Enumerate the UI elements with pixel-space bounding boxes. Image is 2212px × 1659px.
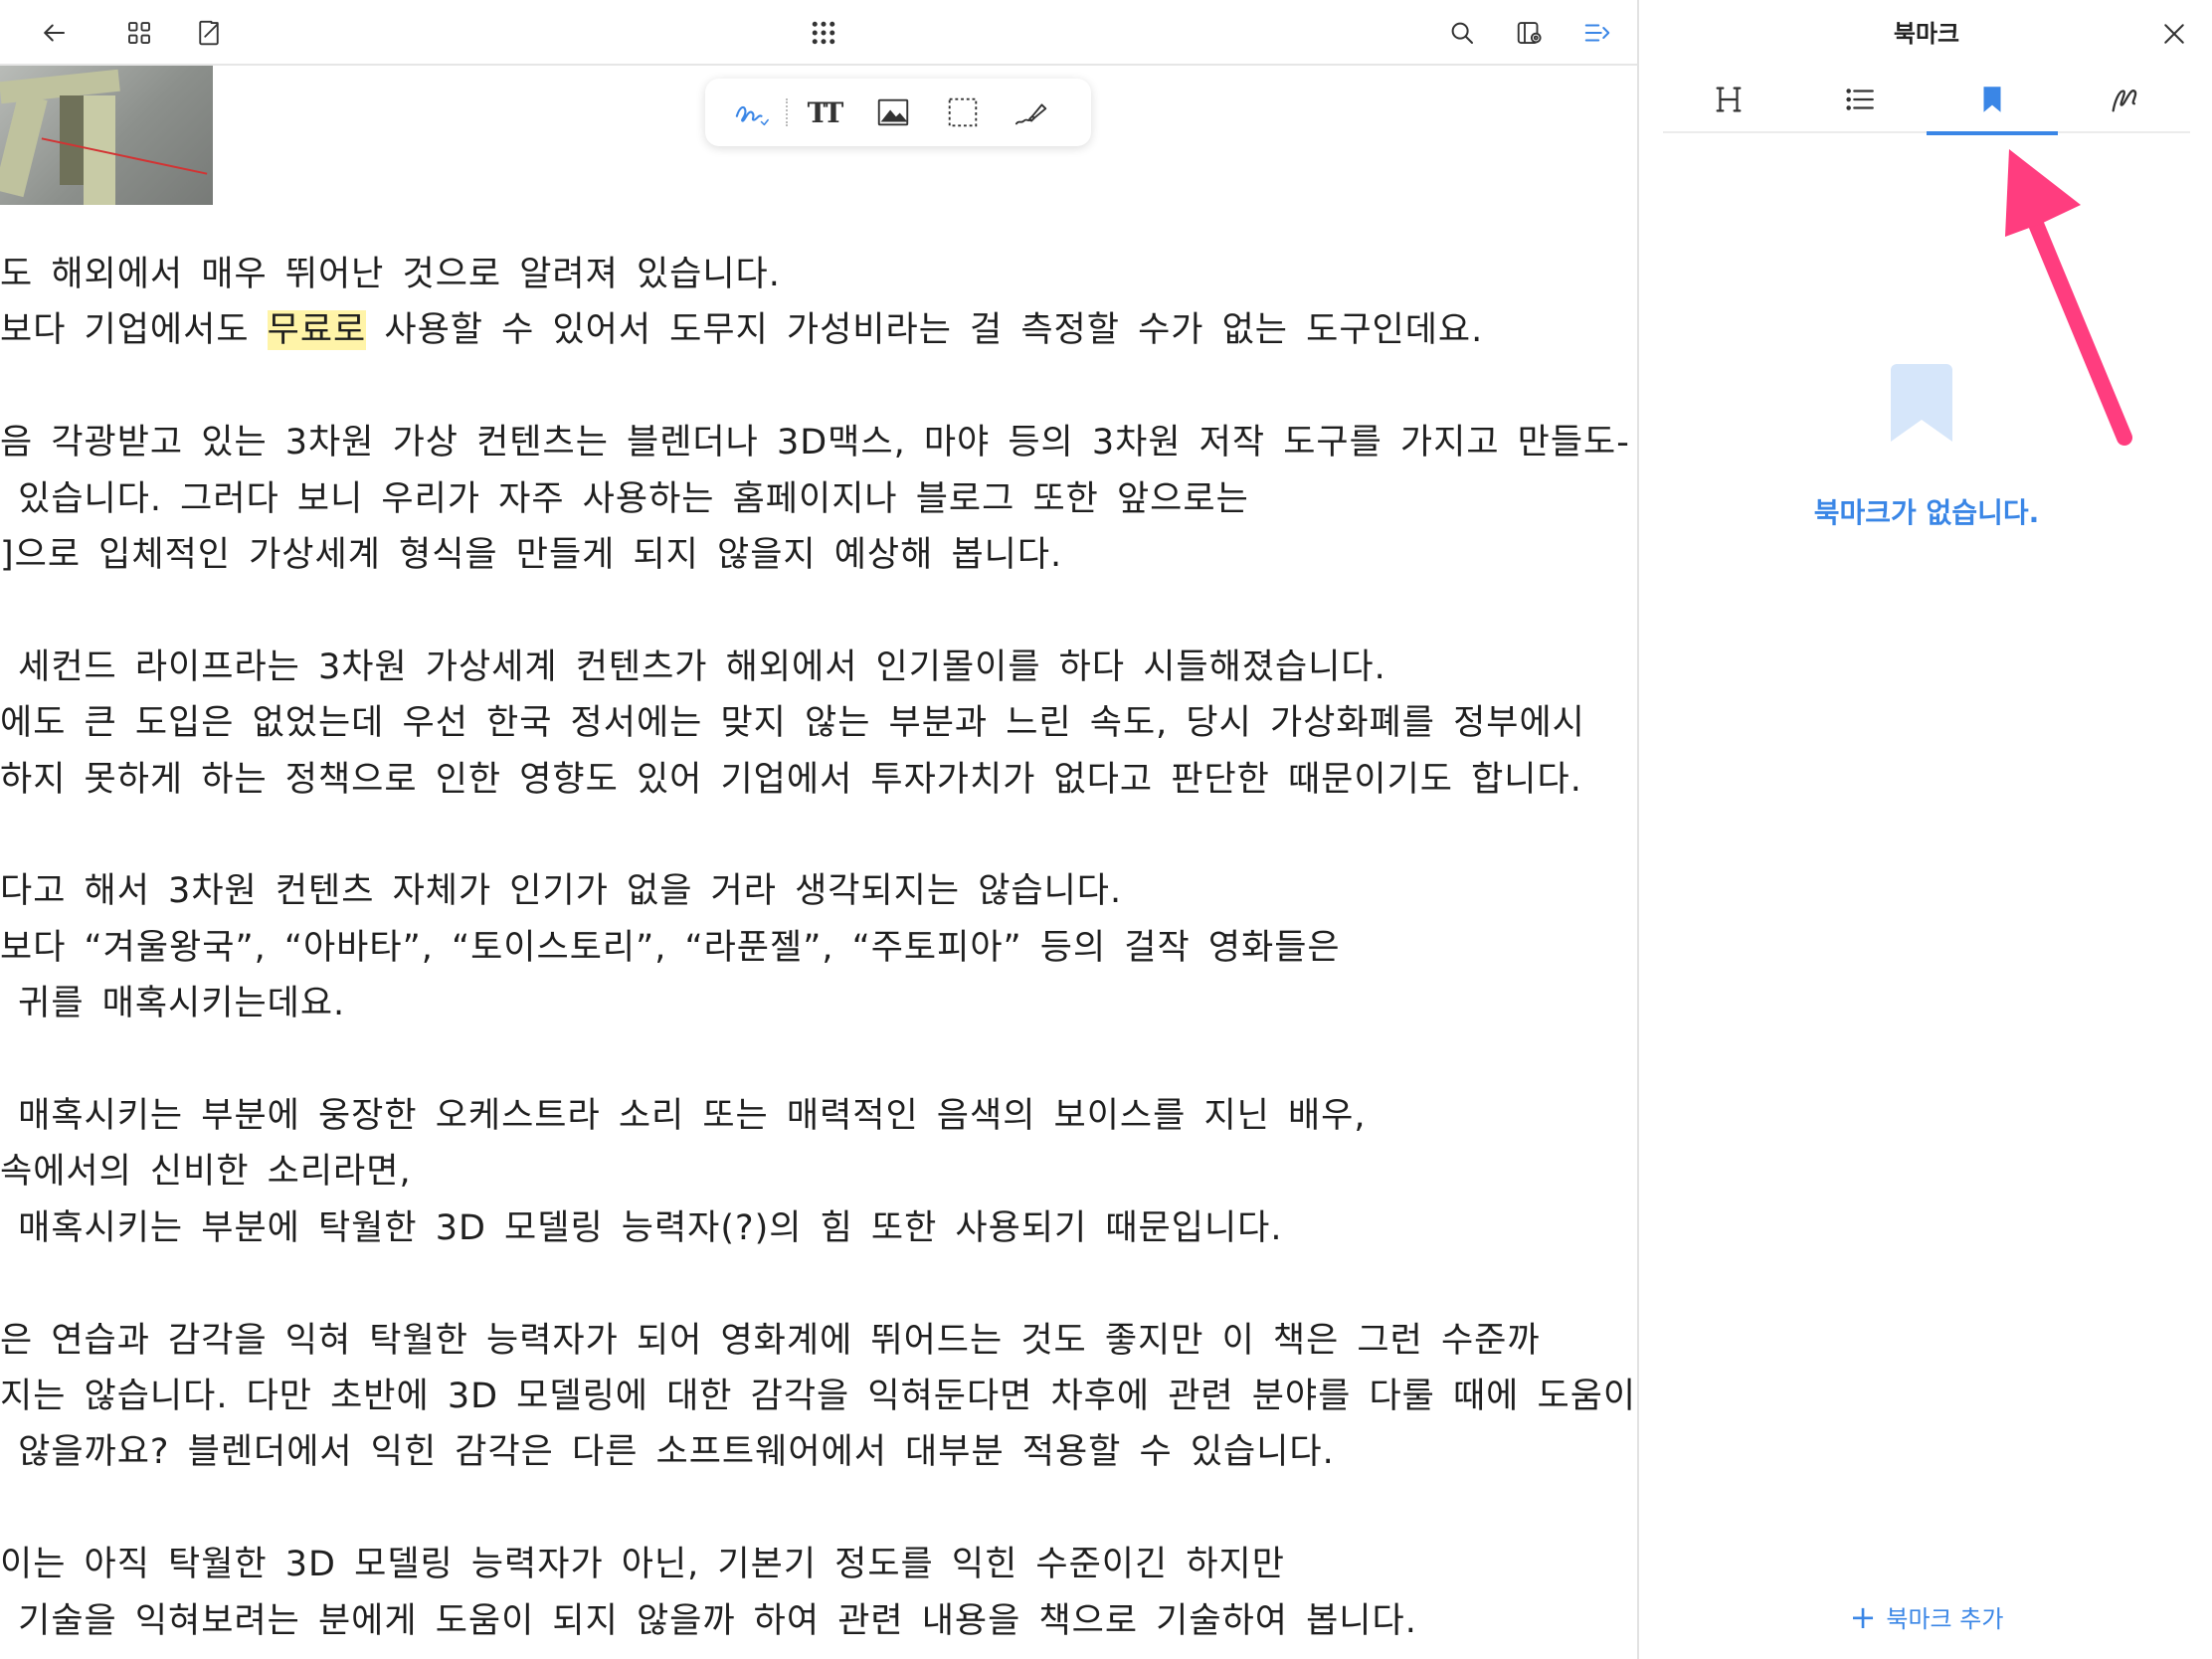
- line-text: 보다 기업에서도: [0, 310, 268, 350]
- grid-view-icon[interactable]: [119, 13, 159, 53]
- tab-headings[interactable]: [1663, 66, 1794, 133]
- selection-tool-icon[interactable]: [940, 91, 986, 134]
- tab-bookmarks[interactable]: [1927, 66, 2058, 135]
- close-button[interactable]: [2154, 14, 2194, 54]
- document-line: 음 각광받고 있는 3차원 가상 컨텐츠는 블렌더나 3D맥스, 마야 등의 3…: [0, 423, 1630, 462]
- empty-bookmark-icon: [1891, 364, 1952, 442]
- empty-message: 북마크가 없습니다.: [1813, 496, 2040, 529]
- tool-palette: TT: [705, 79, 1091, 146]
- document-view: TT 도 해외에서 매우 뛰어난 것으로 알려져 있습니다. 보다 기업에서도 무…: [0, 0, 1637, 1659]
- document-line: 지는 않습니다. 다만 초반에 3D 모델링에 대한 감각을 익혀둔다면 차후에…: [0, 1377, 1637, 1416]
- highlighter-icon[interactable]: [1010, 91, 1055, 134]
- settings-icon[interactable]: [1510, 13, 1550, 53]
- add-bookmark-label: 북마크 추가: [1886, 1605, 2004, 1633]
- document-line: 이는 아직 탁월한 3D 모델링 능력자가 아닌, 기본기 정도를 익힌 수준이…: [0, 1545, 1285, 1584]
- heading-icon: [1716, 87, 1742, 112]
- document-line: 귀를 매혹시키는데요.: [0, 984, 346, 1023]
- document-line: ]으로 입체적인 가상세계 형식을 만들게 되지 않을지 예상해 봅니다.: [0, 535, 1063, 575]
- outline-panel-icon[interactable]: [1577, 13, 1617, 53]
- document-line: 않을까요? 블렌더에서 익힌 감각은 다른 소프트웨어에서 대부분 적용할 수 …: [0, 1432, 1335, 1472]
- handwriting-icon: [2112, 90, 2137, 112]
- list-icon: [1846, 89, 1874, 110]
- document-line: 세컨드 라이프라는 3차원 가상세계 컨텐츠가 해외에서 인기몰이를 하다 시들…: [0, 647, 1386, 687]
- tab-handwriting[interactable]: [2059, 66, 2190, 133]
- highlighted-text[interactable]: 무료로: [267, 310, 367, 350]
- document-line: 있습니다. 그러다 보니 우리가 자주 사용하는 홈페이지나 블로그 또한 앞으…: [0, 479, 1249, 519]
- panel-tabs: [1663, 66, 2190, 135]
- annotation-arrow: [2005, 149, 2132, 446]
- document-line: 기술을 익혀보려는 분에게 도움이 되지 않을까 하여 관련 내용을 책으로 기…: [0, 1601, 1417, 1641]
- apps-dots-icon[interactable]: [804, 13, 843, 53]
- document-image-thumbnail: [0, 66, 213, 205]
- document-line: 매혹시키는 부분에 웅장한 오케스트라 소리 또는 매력적인 음색의 보이스를 …: [0, 1096, 1367, 1136]
- line-text: 사용할 수 있어서 도무지 가성비라는 걸 측정할 수가 없는 도구인데요.: [366, 310, 1484, 350]
- tab-list[interactable]: [1794, 66, 1926, 133]
- document-line: 에도 큰 도입은 없었는데 우선 한국 정서에는 맞지 않는 부분과 느린 속도…: [0, 703, 1585, 743]
- document-line: 은 연습과 감각을 익혀 탁월한 능력자가 되어 영화계에 뛰어드는 것도 좋지…: [0, 1321, 1541, 1361]
- close-icon: [2164, 24, 2184, 44]
- back-arrow-icon[interactable]: [34, 13, 74, 53]
- search-icon[interactable]: [1442, 13, 1482, 53]
- top-toolbar: [0, 0, 1637, 66]
- add-bookmark-button[interactable]: + 북마크 추가: [1639, 1599, 2212, 1634]
- document-line: 하지 못하게 하는 정책으로 인한 영향도 있어 기업에서 투자가치가 없다고 …: [0, 760, 1582, 800]
- plus-icon: +: [1849, 1597, 1877, 1636]
- bookmark-icon: [1983, 87, 2001, 112]
- document-line: 속에서의 신비한 소리라면,: [0, 1152, 412, 1192]
- handwriting-pen-icon[interactable]: [729, 91, 775, 134]
- document-line: 보다 “겨울왕국”, “아바타”, “토이스토리”, “라푼젤”, “주토피아”…: [0, 928, 1341, 968]
- text-tool-label: TT: [807, 95, 844, 129]
- document-line: 다고 해서 3차원 컨텐츠 자체가 인기가 없을 거라 생각되지는 않습니다.: [0, 871, 1123, 911]
- document-line: 도 해외에서 매우 뛰어난 것으로 알려져 있습니다.: [0, 255, 781, 294]
- image-tool-icon[interactable]: [870, 91, 916, 134]
- panel-title: 북마크: [1893, 20, 1960, 48]
- text-tool-icon[interactable]: TT: [801, 91, 846, 134]
- export-icon[interactable]: [189, 13, 229, 53]
- document-line: 매혹시키는 부분에 탁월한 3D 모델링 능력자(?)의 힘 또한 사용되기 때…: [0, 1208, 1283, 1248]
- document-line: 보다 기업에서도 무료로 사용할 수 있어서 도무지 가성비라는 걸 측정할 수…: [0, 310, 1483, 350]
